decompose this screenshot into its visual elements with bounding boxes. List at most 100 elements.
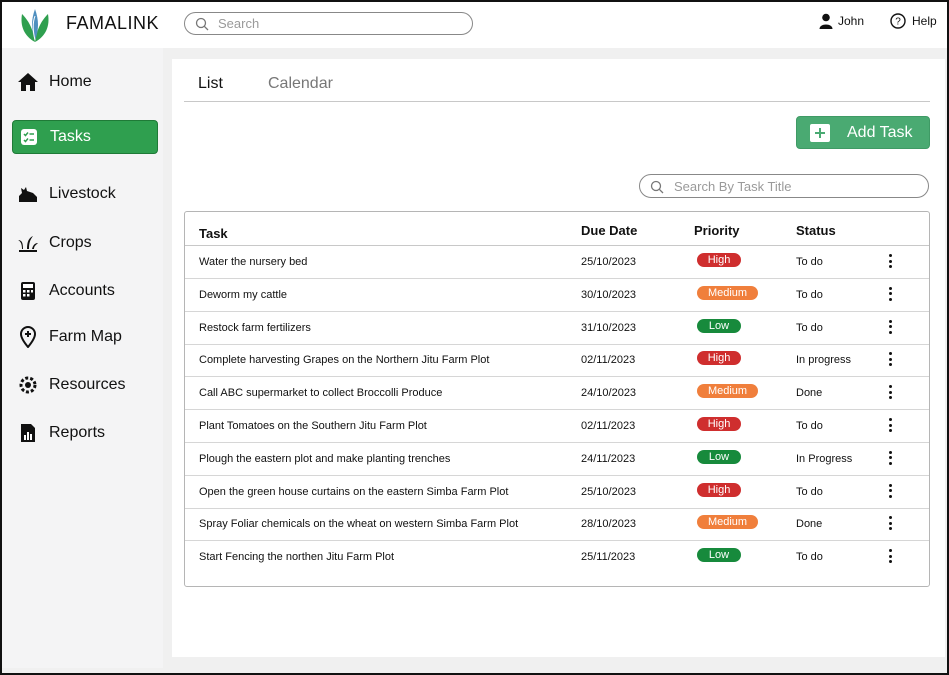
sidebar-item-farm-map[interactable]: Farm Map (12, 320, 158, 354)
due-date: 28/10/2023 (581, 518, 637, 531)
livestock-icon (17, 183, 39, 205)
more-options-icon[interactable] (885, 319, 895, 334)
sidebar-item-tasks[interactable]: Tasks (12, 120, 158, 154)
global-search-input[interactable] (218, 15, 458, 32)
task-title: Spray Foliar chemicals on the wheat on w… (199, 518, 519, 531)
sidebar-item-label: Accounts (49, 282, 115, 299)
plus-icon (810, 123, 830, 142)
more-options-icon[interactable] (885, 385, 895, 400)
table-row[interactable]: Spray Foliar chemicals on the wheat on w… (185, 508, 929, 542)
user-icon (819, 13, 833, 29)
table-header: Task Due Date Priority Status (185, 212, 929, 246)
due-date: 24/11/2023 (581, 452, 636, 465)
search-icon (650, 180, 664, 194)
add-task-button[interactable]: Add Task (796, 116, 930, 149)
task-title: Start Fencing the northen Jitu Farm Plot (199, 551, 395, 564)
famalink-logo-icon[interactable] (16, 6, 54, 44)
priority-badge: Low (697, 318, 741, 333)
more-options-icon[interactable] (885, 549, 895, 564)
status-text: To do (796, 288, 823, 301)
status-text: To do (796, 485, 823, 498)
task-title: Deworm my cattle (199, 288, 288, 301)
priority-badge: High (697, 482, 741, 497)
tab-calendar[interactable]: Calendar (268, 75, 333, 93)
more-options-icon[interactable] (885, 352, 895, 367)
task-title: Plant Tomatoes on the Southern Jitu Farm… (199, 420, 427, 432)
more-options-icon[interactable] (885, 286, 895, 301)
resources-icon (17, 374, 39, 396)
due-date: 25/10/2023 (581, 485, 637, 498)
crops-icon (17, 232, 39, 254)
reports-icon (17, 422, 39, 444)
priority-cell: High (697, 351, 741, 366)
status-text: To do (796, 551, 823, 564)
due-date: 02/11/2023 (581, 420, 636, 432)
user-menu[interactable]: John (819, 12, 864, 30)
priority-cell: Medium (697, 285, 758, 300)
add-task-label: Add Task (847, 123, 913, 141)
due-date: 31/10/2023 (581, 321, 637, 334)
help-icon: ? (890, 13, 906, 29)
task-title: Open the green house curtains on the eas… (199, 485, 509, 498)
priority-badge: Low (697, 449, 741, 464)
due-date: 25/10/2023 (581, 256, 637, 268)
status-text: To do (796, 256, 823, 268)
due-date: 30/10/2023 (581, 288, 637, 301)
status-text: To do (796, 420, 823, 432)
table-row[interactable]: Open the green house curtains on the eas… (185, 476, 929, 509)
priority-badge: High (697, 351, 741, 366)
help-link[interactable]: ? Help (890, 12, 937, 30)
table-row[interactable]: Plough the eastern plot and make plantin… (185, 443, 929, 476)
sidebar-item-accounts[interactable]: Accounts (12, 274, 158, 308)
column-header-priority: Priority (694, 223, 740, 238)
more-options-icon[interactable] (885, 450, 895, 465)
column-header-status: Status (796, 223, 836, 238)
priority-cell: High (697, 417, 741, 431)
due-date: 24/10/2023 (581, 387, 637, 400)
task-title: Water the nursery bed (199, 256, 308, 268)
sidebar: Home Tasks Livestock Crops Accounts Farm… (2, 48, 163, 668)
priority-badge: Low (697, 548, 741, 563)
tasks-icon (18, 126, 40, 148)
more-options-icon[interactable] (885, 254, 895, 268)
table-row[interactable]: Restock farm fertilizers 31/10/2023 Low To … (185, 312, 929, 345)
table-row[interactable]: Plant Tomatoes on the Southern Jitu Farm… (185, 410, 929, 443)
sidebar-item-resources[interactable]: Resources (12, 368, 158, 402)
priority-badge: Medium (697, 515, 758, 530)
sidebar-item-crops[interactable]: Crops (12, 226, 158, 260)
more-options-icon[interactable] (885, 418, 895, 432)
table-row[interactable]: Call ABC supermarket to collect Broccoll… (185, 377, 929, 411)
priority-badge: High (697, 417, 741, 431)
accounts-icon (17, 280, 39, 302)
table-row[interactable]: Water the nursery bed 25/10/2023 High To do (185, 246, 929, 279)
task-title: Complete harvesting Grapes on the Northe… (199, 354, 490, 367)
sidebar-item-reports[interactable]: Reports (12, 416, 158, 450)
priority-badge: High (697, 253, 741, 267)
brand-name: FAMALINK (66, 13, 160, 33)
svg-text:?: ? (895, 17, 901, 28)
status-text: In progress (796, 354, 852, 367)
global-search[interactable] (184, 12, 473, 35)
task-search-input[interactable] (674, 178, 914, 195)
sidebar-item-livestock[interactable]: Livestock (12, 177, 158, 211)
table-row[interactable]: Complete harvesting Grapes on the Northe… (185, 344, 929, 378)
sidebar-item-label: Livestock (49, 185, 116, 202)
more-options-icon[interactable] (885, 483, 895, 498)
more-options-icon[interactable] (885, 516, 895, 531)
task-search[interactable] (639, 174, 929, 198)
sidebar-item-label: Reports (49, 424, 106, 441)
due-date: 25/11/2023 (581, 551, 636, 564)
sidebar-item-home[interactable]: Home (12, 65, 158, 99)
priority-cell: High (697, 482, 741, 497)
map-pin-icon (17, 326, 39, 348)
top-bar: FAMALINK John ? Help (2, 2, 947, 48)
task-table: Task Due Date Priority Status Water the … (184, 211, 930, 587)
app-window: FAMALINK John ? Help (0, 0, 949, 675)
search-icon (195, 17, 209, 31)
priority-cell: High (697, 253, 741, 267)
table-row[interactable]: Start Fencing the northen Jitu Farm Plot… (185, 541, 929, 574)
priority-badge: Medium (697, 285, 758, 300)
task-title: Plough the eastern plot and make plantin… (199, 452, 451, 465)
tab-list[interactable]: List (198, 75, 223, 93)
table-row[interactable]: Deworm my cattle 30/10/2023 Medium To do (185, 279, 929, 312)
